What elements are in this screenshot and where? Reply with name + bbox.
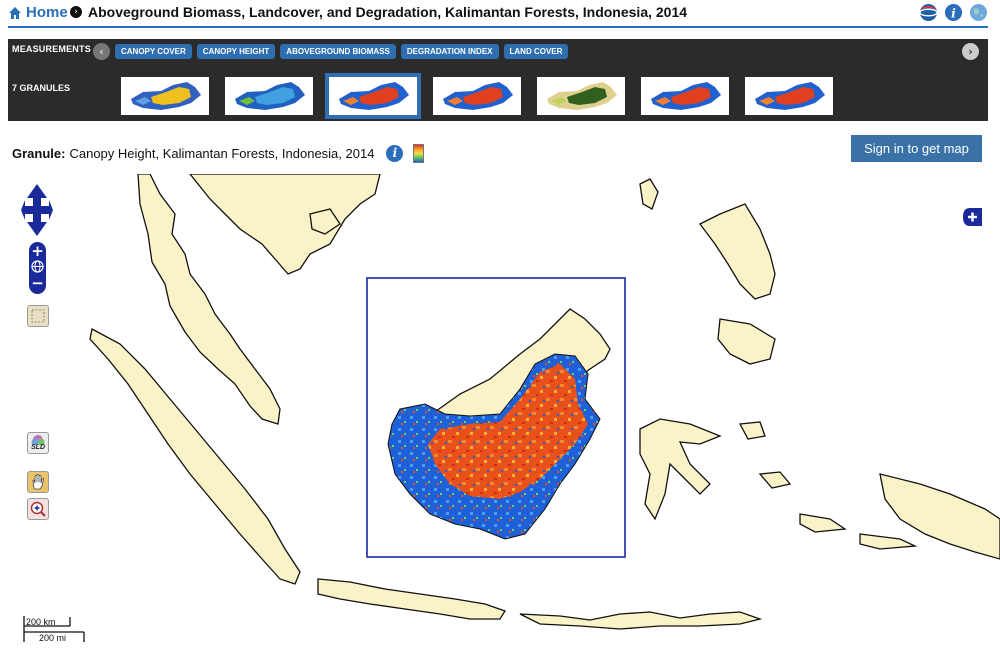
home-link[interactable]: Home — [8, 4, 68, 21]
land-cover-button[interactable]: LAND COVER — [503, 44, 569, 59]
thumbnail-image — [547, 82, 617, 110]
granule-label: Granule: — [12, 146, 66, 161]
map-view[interactable]: + − SLD — [0, 174, 1000, 653]
thumbnail-image — [339, 82, 409, 110]
sign-in-button[interactable]: Sign in to get map — [851, 135, 982, 162]
layer-switcher-plus-icon[interactable] — [962, 207, 982, 227]
granules-label: 7 GRANULES — [12, 83, 71, 93]
island-d — [738, 421, 766, 440]
granule-thumbnails — [121, 73, 833, 119]
granule-thumb-7[interactable] — [745, 77, 833, 115]
svg-text:i: i — [951, 5, 956, 20]
sld-label: SLD — [31, 444, 45, 451]
granule-thumb-2[interactable] — [225, 77, 313, 115]
thumbnail-image — [443, 82, 513, 110]
header-divider — [8, 26, 988, 28]
scale-mi-label: 200 mi — [39, 633, 67, 643]
zoom-in-button[interactable]: + — [29, 244, 46, 259]
thumbnail-image — [235, 82, 305, 110]
zoom-box-icon[interactable] — [27, 305, 49, 327]
taiwan — [639, 178, 659, 210]
sulawesi — [639, 418, 722, 521]
zoom-magnifier-icon[interactable] — [27, 498, 49, 520]
measurement-panel: MEASUREMENTS ‹ CANOPY COVER CANOPY HEIGH… — [8, 39, 988, 121]
lesser-sunda — [519, 611, 763, 630]
previous-arrow-icon[interactable]: ‹ — [93, 43, 110, 60]
earth-icon[interactable] — [969, 3, 988, 22]
chevron-right-icon: › — [70, 6, 82, 18]
world-icon[interactable] — [31, 260, 44, 273]
next-arrow-icon[interactable]: › — [962, 43, 979, 60]
granule-thumb-4[interactable] — [433, 77, 521, 115]
mindanao — [717, 318, 776, 365]
info-icon[interactable]: i — [944, 3, 963, 22]
canopy-cover-button[interactable]: CANOPY COVER — [115, 44, 192, 59]
measurement-buttons: CANOPY COVER CANOPY HEIGHT ABOVEGROUND B… — [115, 44, 569, 59]
header: Home › Aboveground Biomass, Landcover, a… — [0, 0, 1000, 26]
thumbnail-image — [131, 82, 201, 110]
measurements-label: MEASUREMENTS — [12, 44, 91, 54]
globe-icon[interactable] — [919, 3, 938, 22]
thumbnail-image — [755, 82, 825, 110]
island-c — [758, 471, 792, 489]
granule-info: Granule: Canopy Height, Kalimantan Fores… — [12, 144, 425, 163]
sumatra — [89, 328, 301, 585]
island-a — [859, 533, 918, 550]
thumbnail-image — [651, 82, 721, 110]
degradation-index-button[interactable]: DEGRADATION INDEX — [400, 44, 499, 59]
home-label: Home — [26, 4, 68, 21]
island-b — [799, 513, 847, 533]
indochina — [189, 174, 381, 275]
canopy-height-button[interactable]: CANOPY HEIGHT — [196, 44, 276, 59]
java — [317, 578, 506, 620]
zoom-out-button[interactable]: − — [29, 276, 46, 291]
pan-hand-icon[interactable] — [27, 471, 49, 493]
scale-bar: 200 km 200 mi — [22, 614, 86, 644]
map-canvas[interactable] — [0, 174, 1000, 653]
zoom-bar: + − — [29, 242, 46, 294]
granule-value: Canopy Height, Kalimantan Forests, Indon… — [69, 146, 375, 161]
granule-thumb-5[interactable] — [537, 77, 625, 115]
granule-thumb-1[interactable] — [121, 77, 209, 115]
granule-info-icon[interactable]: i — [386, 145, 404, 162]
color-legend-icon[interactable] — [413, 144, 425, 163]
philippines — [699, 203, 776, 300]
granule-thumb-6[interactable] — [641, 77, 729, 115]
aboveground-biomass-button[interactable]: ABOVEGROUND BIOMASS — [280, 44, 396, 59]
sld-button[interactable]: SLD — [27, 432, 49, 454]
scale-km-label: 200 km — [26, 617, 56, 627]
page-title: Aboveground Biomass, Landcover, and Degr… — [88, 4, 688, 20]
granule-thumb-3[interactable] — [325, 73, 421, 119]
home-icon — [9, 6, 21, 19]
pan-control-icon[interactable] — [19, 182, 55, 238]
